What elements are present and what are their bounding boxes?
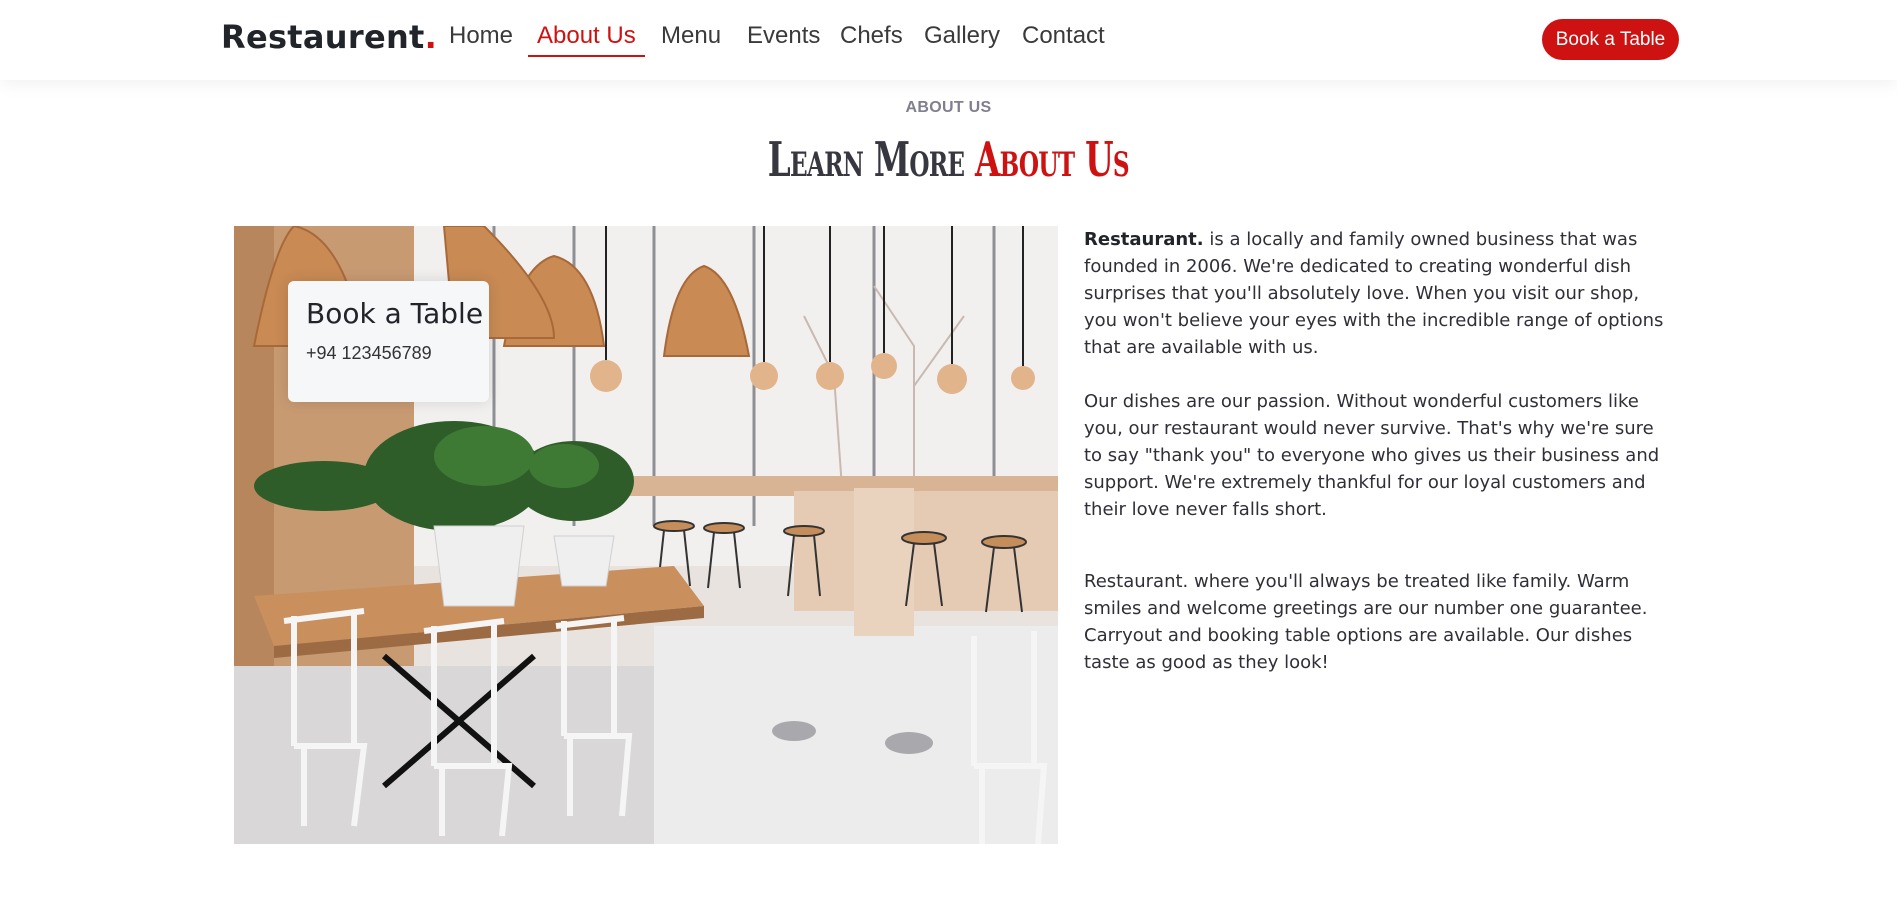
about-paragraph-1-brand: Restaurant. [1084,229,1204,250]
book-a-table-button[interactable]: Book a Table [1542,19,1679,60]
about-paragraph-3: Restaurant. where you'll always be treat… [1084,571,1648,673]
site-header: Restaurent. Home About Us Menu Events Ch… [0,0,1897,80]
book-card-title: Book a Table [306,297,484,330]
nav-home[interactable]: Home [449,22,513,50]
about-paragraph-1: Restaurant. is a locally and family owne… [1084,226,1674,361]
logo-text: Restaurent [221,18,425,56]
book-a-table-card: Book a Table +94 123456789 [288,281,489,402]
section-eyebrow: ABOUT US [905,99,992,116]
nav-chefs[interactable]: Chefs [840,22,903,50]
nav-menu[interactable]: Menu [661,22,721,50]
site-logo[interactable]: Restaurent. [221,18,437,56]
nav-active-underline [528,55,645,57]
about-paragraph-2: Our dishes are our passion. Without wond… [1084,391,1660,520]
section-title: Learn More About Us [303,132,1593,188]
nav-events[interactable]: Events [747,22,820,50]
nav-about-us[interactable]: About Us [537,22,636,50]
section-title-main: Learn More [767,132,975,188]
nav-contact[interactable]: Contact [1022,22,1105,50]
logo-dot: . [424,18,438,56]
section-title-accent: About Us [974,132,1130,188]
book-card-phone[interactable]: +94 123456789 [306,343,432,364]
nav-gallery[interactable]: Gallery [924,22,1000,50]
